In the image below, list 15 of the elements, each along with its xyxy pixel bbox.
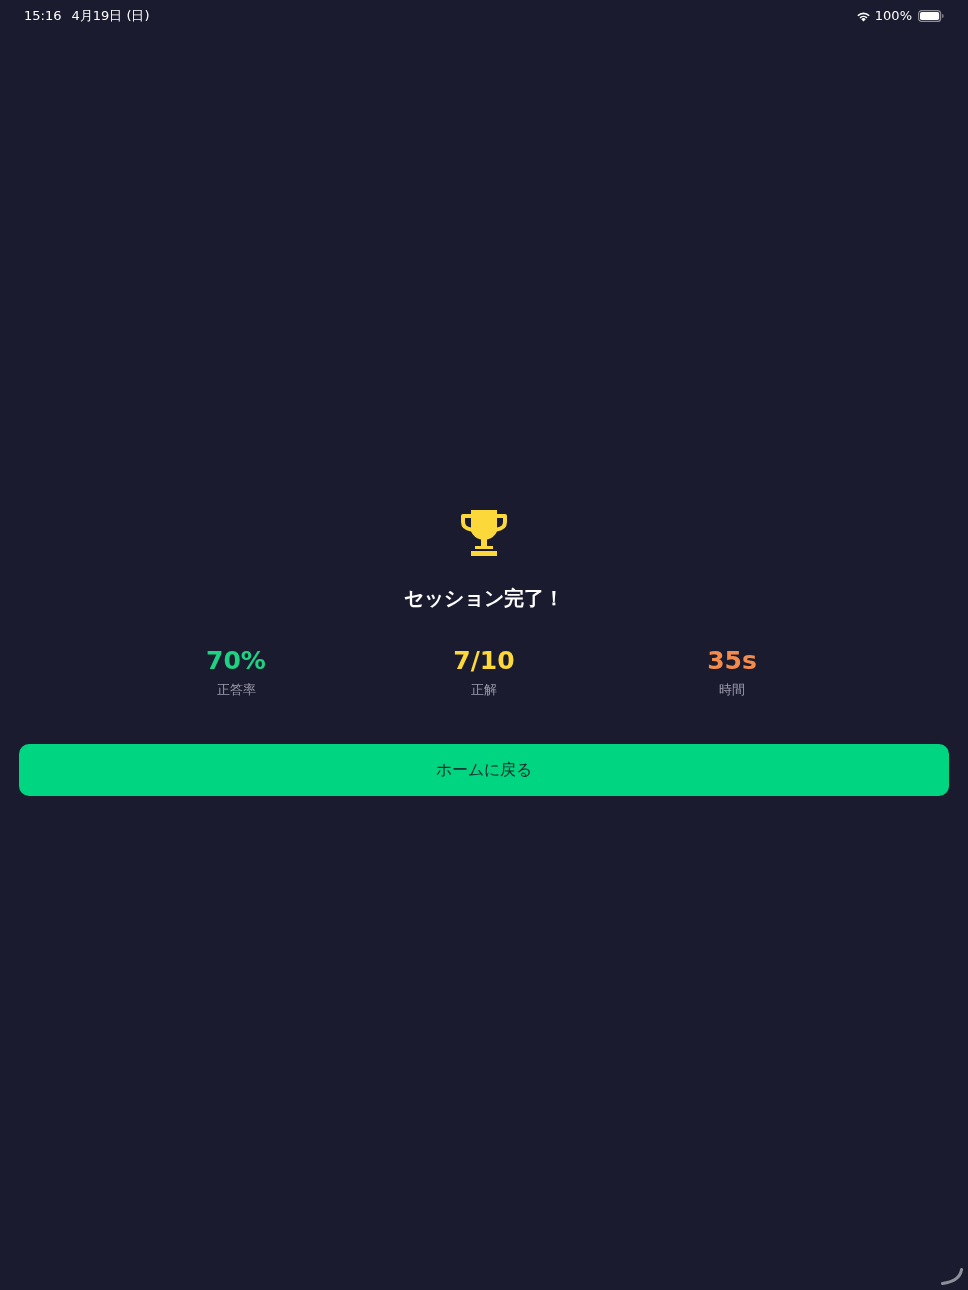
- stat-value: 7/10: [453, 646, 515, 676]
- stat-label: 正解: [471, 682, 497, 698]
- status-date: 4月19日 (日): [71, 8, 150, 24]
- home-button[interactable]: ホームに戻る: [19, 744, 949, 796]
- wifi-icon: [855, 10, 871, 22]
- corner-arc-icon: [941, 1268, 963, 1285]
- session-complete-title: セッション完了！: [404, 586, 564, 610]
- trophy-icon: [461, 510, 507, 556]
- stat-label: 正答率: [216, 682, 256, 698]
- status-time: 15:16: [24, 8, 62, 24]
- stat-value: 35s: [707, 646, 757, 676]
- battery-icon: [918, 10, 944, 22]
- stat-label: 時間: [719, 682, 745, 698]
- stat-value: 70%: [206, 646, 266, 676]
- battery-percentage: 100%: [874, 8, 912, 24]
